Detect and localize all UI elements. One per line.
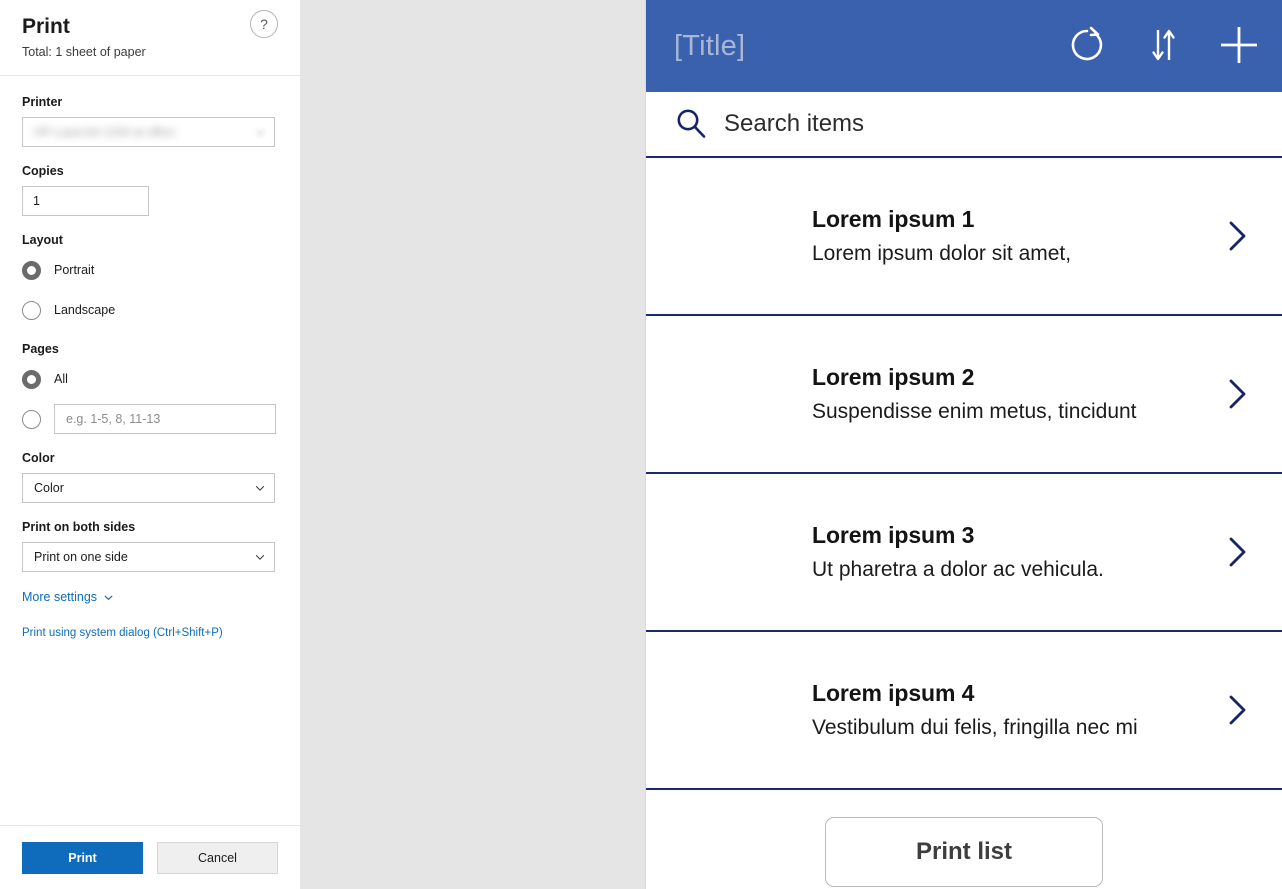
chevron-right-icon[interactable] [1218, 215, 1258, 257]
app-header-actions [1064, 23, 1262, 69]
chevron-down-icon [254, 482, 266, 494]
help-icon-glyph: ? [260, 16, 268, 32]
list-item-title: Lorem ipsum 3 [812, 520, 1218, 550]
list-item-text: Lorem ipsum 4 Vestibulum dui felis, frin… [812, 678, 1218, 743]
radio-portrait[interactable] [22, 261, 41, 280]
list-item-subtitle: Ut pharetra a dolor ac vehicula. [812, 555, 1218, 585]
pages-group: Pages All [22, 341, 278, 434]
layout-option-portrait[interactable]: Portrait [22, 255, 278, 285]
radio-pages-all[interactable] [22, 370, 41, 389]
print-settings-body: Printer HP LaserJet 1234 at office Copie… [0, 76, 300, 825]
list-item-text: Lorem ipsum 1 Lorem ipsum dolor sit amet… [812, 204, 1218, 269]
print-list-button[interactable]: Print list [825, 817, 1103, 887]
layout-option-landscape[interactable]: Landscape [22, 295, 278, 325]
both-sides-select[interactable]: Print on one side [22, 542, 275, 572]
print-dialog-header: Print Total: 1 sheet of paper ? [0, 0, 300, 76]
more-settings-label: More settings [22, 589, 97, 605]
pages-option-custom[interactable] [22, 404, 278, 434]
list-item-subtitle: Vestibulum dui felis, fringilla nec mi [812, 713, 1218, 743]
copies-label: Copies [22, 163, 278, 179]
chevron-right-icon[interactable] [1218, 689, 1258, 731]
list-item[interactable]: Lorem ipsum 1 Lorem ipsum dolor sit amet… [646, 158, 1282, 316]
refresh-button[interactable] [1064, 23, 1110, 69]
chevron-down-icon [254, 126, 266, 138]
search-icon [674, 107, 708, 141]
search-bar[interactable]: Search items [646, 92, 1282, 158]
list-item-text: Lorem ipsum 2 Suspendisse enim metus, ti… [812, 362, 1218, 427]
list-item-subtitle: Lorem ipsum dolor sit amet, [812, 239, 1218, 269]
print-dialog-footer: Print Cancel [0, 825, 300, 889]
app-title: [Title] [674, 30, 745, 63]
refresh-icon [1065, 23, 1109, 70]
print-system-dialog-link[interactable]: Print using system dialog (Ctrl+Shift+P) [22, 625, 223, 641]
color-group: Color Color [22, 450, 278, 503]
both-sides-select-value: Print on one side [34, 550, 128, 564]
chevron-right-icon[interactable] [1218, 531, 1258, 573]
item-list: Lorem ipsum 1 Lorem ipsum dolor sit amet… [646, 158, 1282, 889]
system-dialog-row: Print using system dialog (Ctrl+Shift+P) [22, 623, 278, 641]
sort-button[interactable] [1140, 23, 1186, 69]
color-select[interactable]: Color [22, 473, 275, 503]
list-item-title: Lorem ipsum 2 [812, 362, 1218, 392]
print-preview-area [300, 0, 645, 889]
pages-range-input[interactable] [54, 404, 276, 434]
printer-select-value: HP LaserJet 1234 at office [34, 125, 175, 139]
print-button[interactable]: Print [22, 842, 143, 874]
pages-option-all-label: All [54, 372, 68, 386]
list-footer: Print list [646, 790, 1282, 889]
help-icon[interactable]: ? [250, 10, 278, 38]
list-item[interactable]: Lorem ipsum 3 Ut pharetra a dolor ac veh… [646, 474, 1282, 632]
pages-label: Pages [22, 341, 278, 357]
add-button[interactable] [1216, 23, 1262, 69]
sort-icon [1145, 23, 1181, 70]
app-pane: [Title] [645, 0, 1282, 889]
both-sides-label: Print on both sides [22, 519, 278, 535]
plus-icon [1216, 22, 1262, 71]
print-dialog: Print Total: 1 sheet of paper ? Printer … [0, 0, 300, 889]
screen-root: Print Total: 1 sheet of paper ? Printer … [0, 0, 1282, 889]
copies-group: Copies [22, 163, 278, 216]
list-item-text: Lorem ipsum 3 Ut pharetra a dolor ac veh… [812, 520, 1218, 585]
color-label: Color [22, 450, 278, 466]
layout-option-portrait-label: Portrait [54, 263, 94, 277]
page-title: Print [22, 14, 278, 40]
more-settings-link[interactable]: More settings [22, 589, 114, 605]
layout-option-landscape-label: Landscape [54, 303, 115, 317]
more-settings-row: More settings [22, 588, 278, 623]
print-summary-text: Total: 1 sheet of paper [22, 44, 278, 60]
list-item-subtitle: Suspendisse enim metus, tincidunt [812, 397, 1218, 427]
color-select-value: Color [34, 481, 64, 495]
chevron-down-icon [103, 592, 114, 603]
search-input[interactable]: Search items [724, 110, 864, 138]
layout-group: Layout Portrait Landscape [22, 232, 278, 325]
both-sides-group: Print on both sides Print on one side [22, 519, 278, 572]
list-item[interactable]: Lorem ipsum 4 Vestibulum dui felis, frin… [646, 632, 1282, 790]
layout-label: Layout [22, 232, 278, 248]
chevron-down-icon [254, 551, 266, 563]
printer-group: Printer HP LaserJet 1234 at office [22, 94, 278, 147]
printer-select[interactable]: HP LaserJet 1234 at office [22, 117, 275, 147]
cancel-button[interactable]: Cancel [157, 842, 278, 874]
list-item-title: Lorem ipsum 4 [812, 678, 1218, 708]
radio-pages-custom[interactable] [22, 410, 41, 429]
printer-label: Printer [22, 94, 278, 110]
list-item[interactable]: Lorem ipsum 2 Suspendisse enim metus, ti… [646, 316, 1282, 474]
print-list-button-label: Print list [916, 838, 1012, 866]
chevron-right-icon[interactable] [1218, 373, 1258, 415]
pages-option-all[interactable]: All [22, 364, 278, 394]
list-item-title: Lorem ipsum 1 [812, 204, 1218, 234]
radio-landscape[interactable] [22, 301, 41, 320]
copies-input[interactable] [22, 186, 149, 216]
app-header: [Title] [646, 0, 1282, 92]
